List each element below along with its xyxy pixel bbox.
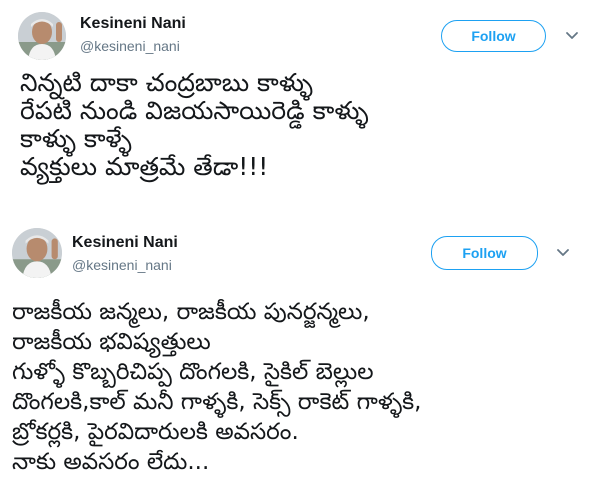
author-handle[interactable]: @kesineni_nani: [72, 257, 172, 273]
avatar-photo: [18, 12, 66, 60]
author-name[interactable]: Kesineni Nani: [80, 15, 186, 33]
avatar[interactable]: [18, 12, 66, 60]
follow-button[interactable]: Follow: [441, 20, 546, 52]
chevron-down-icon[interactable]: [556, 248, 570, 258]
tweet-text: రాజకీయ జన్మలు, రాజకీయ పునర్జన్మలు, రాజకీ…: [12, 299, 422, 475]
follow-button[interactable]: Follow: [431, 236, 538, 270]
avatar[interactable]: [12, 228, 62, 278]
avatar-photo: [12, 228, 62, 278]
tweet-2: Kesineni Nani @kesineni_nani Follow రాజక…: [0, 214, 597, 494]
chevron-down-icon[interactable]: [565, 31, 579, 41]
tweet-text: నిన్నటి దాకా చంద్రబాబు కాళ్ళు రేపటి నుండ…: [20, 68, 369, 181]
author-name[interactable]: Kesineni Nani: [72, 234, 178, 252]
author-handle[interactable]: @kesineni_nani: [80, 38, 180, 54]
tweet-1: Kesineni Nani @kesineni_nani Follow నిన్…: [0, 0, 597, 214]
